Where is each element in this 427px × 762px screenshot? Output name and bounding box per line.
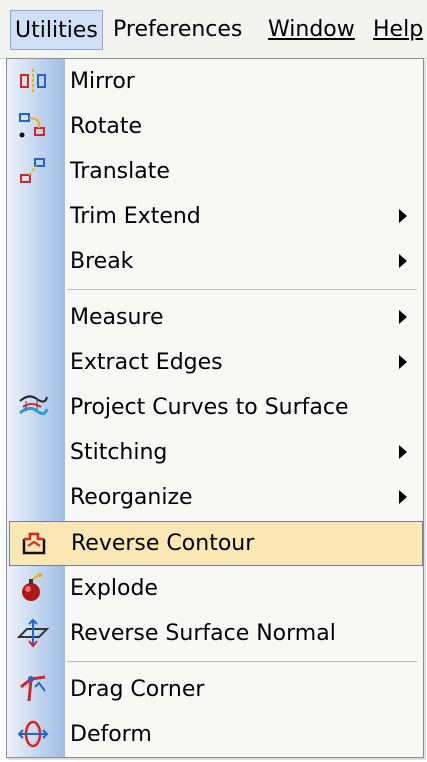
menu-label-stitching: Stitching [70, 440, 168, 465]
menubar-item-help[interactable]: Help [373, 10, 423, 50]
menu-item-measure[interactable]: Measure [7, 295, 423, 340]
menubar-label-help: Help [373, 17, 424, 42]
menu-item-mirror[interactable]: Mirror [7, 59, 423, 104]
menu-separator [67, 289, 417, 290]
menubar-item-utilities[interactable]: Utilities [10, 10, 103, 50]
menu-item-deform[interactable]: Deform [7, 712, 423, 757]
submenu-arrow-icon [399, 310, 407, 324]
submenu-arrow-icon [399, 209, 407, 223]
translate-icon [17, 155, 49, 187]
menu-label-reverse-contour: Reverse Contour [71, 531, 255, 556]
menu-label-reverse-surface-normal: Reverse Surface Normal [70, 621, 336, 646]
reverse-normal-icon [17, 617, 49, 649]
reverse-contour-icon [18, 527, 50, 559]
menu-label-measure: Measure [70, 305, 164, 330]
menu-label-break: Break [70, 249, 134, 274]
menu-item-extract-edges[interactable]: Extract Edges [7, 340, 423, 385]
menubar-label-window: Window [268, 17, 355, 42]
menu-label-project-curves: Project Curves to Surface [70, 395, 349, 420]
menu-label-deform: Deform [70, 722, 152, 747]
menu-label-mirror: Mirror [70, 69, 135, 94]
menu-label-drag-corner: Drag Corner [70, 677, 205, 702]
rotate-icon [17, 110, 49, 142]
menu-bar: Utilities Preferences Window Help [0, 0, 427, 59]
menu-label-trim-extend: Trim Extend [70, 204, 201, 229]
utilities-dropdown-menu: Mirror Rotate Translate Trim Extend Brea… [6, 58, 424, 758]
menubar-item-window[interactable]: Window [268, 10, 355, 50]
menu-item-reorganize[interactable]: Reorganize [7, 475, 423, 520]
menu-label-explode: Explode [70, 576, 158, 601]
menubar-label-utilities: Utilities [15, 18, 98, 43]
deform-icon [17, 718, 49, 750]
menu-item-reverse-contour[interactable]: Reverse Contour [9, 521, 423, 566]
menu-label-extract-edges: Extract Edges [70, 350, 223, 375]
menu-label-translate: Translate [70, 159, 170, 184]
menu-item-stitching[interactable]: Stitching [7, 430, 423, 475]
menu-label-rotate: Rotate [70, 114, 143, 139]
menu-separator [67, 661, 417, 662]
menu-item-project-curves[interactable]: Project Curves to Surface [7, 385, 423, 430]
project-curves-icon [17, 391, 49, 423]
menu-item-rotate[interactable]: Rotate [7, 104, 423, 149]
menu-item-explode[interactable]: Explode [7, 566, 423, 611]
mirror-icon [17, 65, 49, 97]
submenu-arrow-icon [399, 355, 407, 369]
menubar-item-preferences[interactable]: Preferences [113, 10, 242, 50]
menu-label-reorganize: Reorganize [70, 485, 193, 510]
menu-item-translate[interactable]: Translate [7, 149, 423, 194]
menu-item-break[interactable]: Break [7, 239, 423, 284]
menu-item-trim-extend[interactable]: Trim Extend [7, 194, 423, 239]
explode-icon [17, 572, 49, 604]
menu-item-drag-corner[interactable]: Drag Corner [7, 667, 423, 712]
menu-item-reverse-surface-normal[interactable]: Reverse Surface Normal [7, 611, 423, 656]
submenu-arrow-icon [399, 254, 407, 268]
submenu-arrow-icon [399, 490, 407, 504]
submenu-arrow-icon [399, 445, 407, 459]
menubar-label-preferences: Preferences [113, 17, 243, 42]
drag-corner-icon [17, 673, 49, 705]
